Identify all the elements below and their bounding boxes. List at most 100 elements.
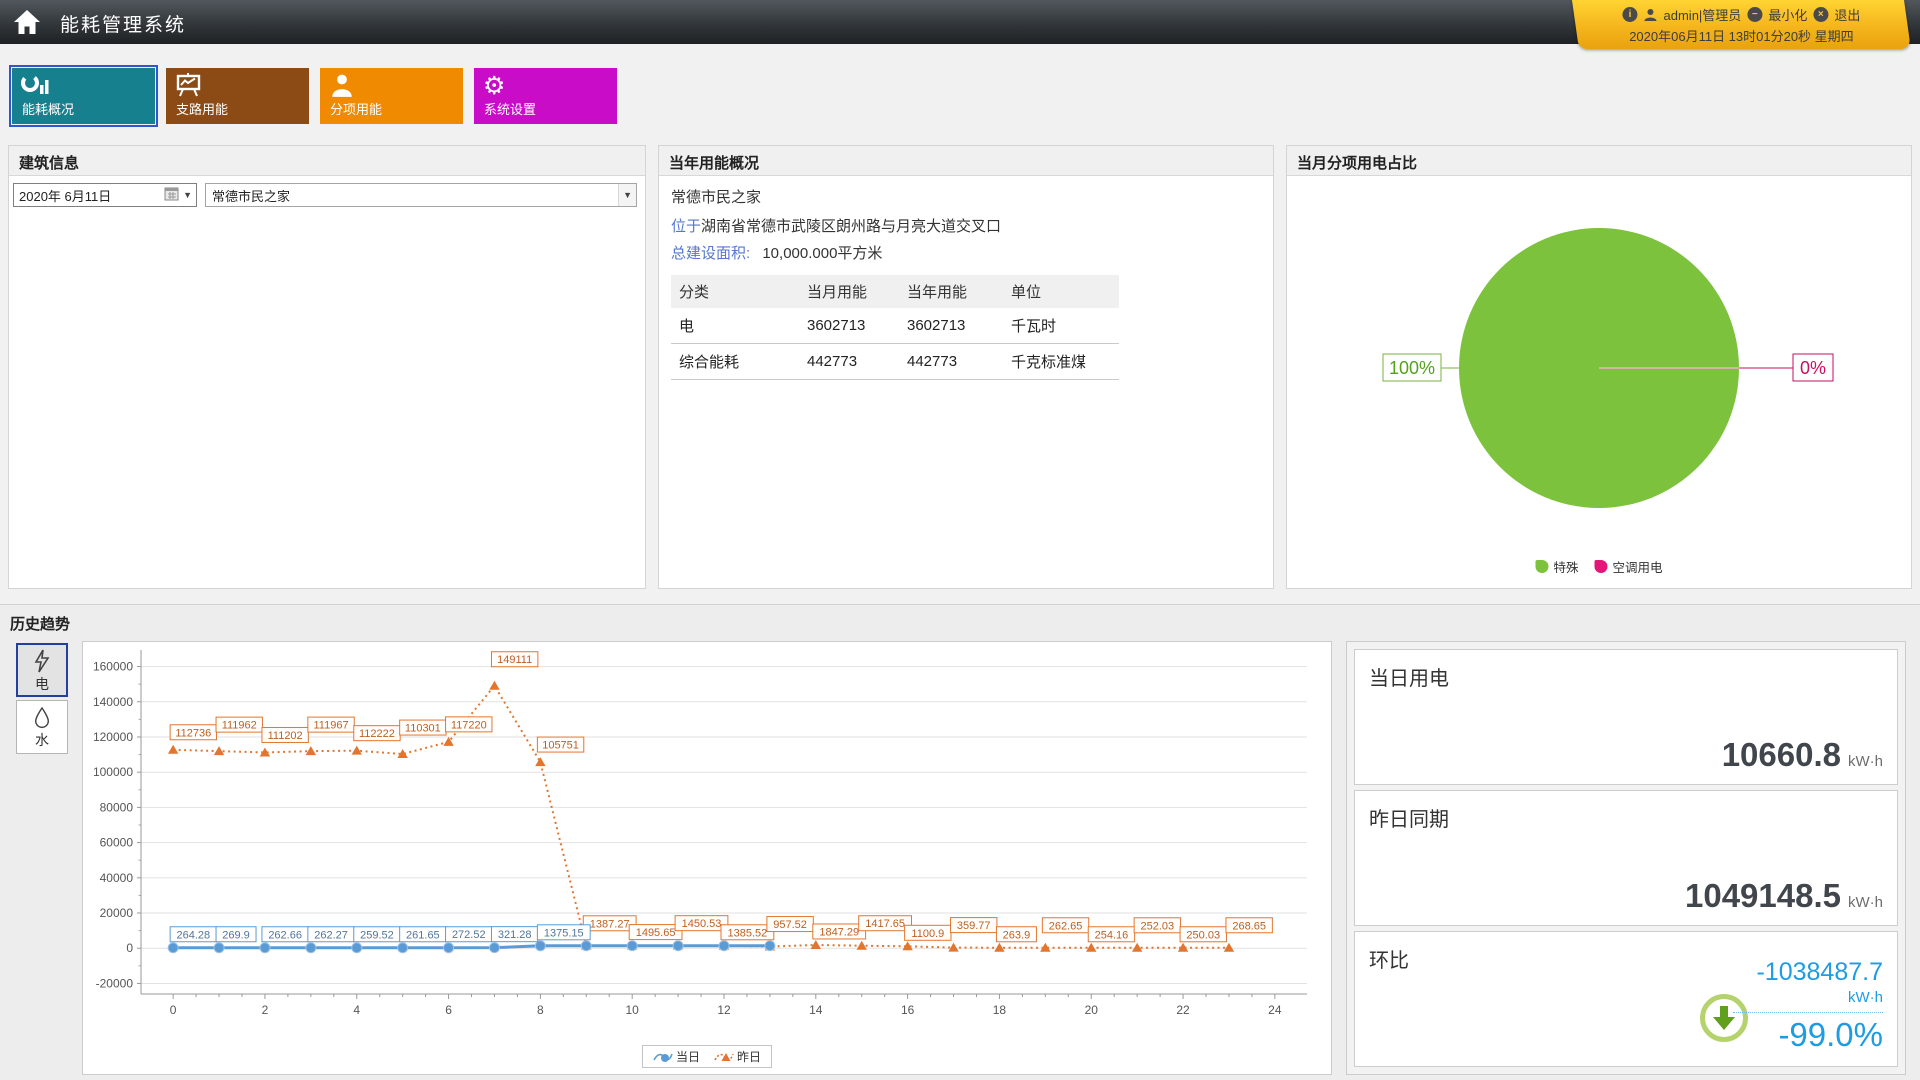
- table-cell: 3602713: [899, 308, 1003, 344]
- series-point: [398, 943, 408, 953]
- building-location: 位于湖南省常德市武陵区朗州路与月亮大道交叉口: [671, 215, 1261, 236]
- stat-title: 昨日同期: [1369, 803, 1449, 832]
- series-point: [1086, 943, 1096, 952]
- minimize-button[interactable]: 最小化: [1768, 5, 1807, 24]
- ratio-unit: kW·h: [1733, 989, 1883, 1006]
- history-section: 历史趋势 电 水 -200000200004000060000800001000…: [0, 604, 1920, 1080]
- series-point: [306, 943, 316, 953]
- svg-text:957.52: 957.52: [773, 919, 807, 931]
- minimize-icon[interactable]: −: [1747, 7, 1762, 22]
- legend-marker-icon: [714, 1050, 734, 1064]
- home-icon[interactable]: [12, 7, 42, 37]
- lightning-icon: [33, 649, 51, 673]
- tab-electricity[interactable]: 电: [16, 643, 68, 697]
- svg-text:0%: 0%: [1800, 358, 1826, 378]
- panel-heading: 当年用能概况: [659, 146, 1273, 176]
- series-point: [306, 746, 316, 755]
- series-point: [673, 941, 683, 951]
- svg-text:24: 24: [1268, 1003, 1282, 1017]
- nav-tile-system-settings[interactable]: ⚙ 系统设置: [474, 68, 617, 124]
- calendar-icon[interactable]: [164, 186, 179, 204]
- svg-text:264.28: 264.28: [177, 929, 211, 941]
- svg-text:4: 4: [353, 1003, 360, 1017]
- table-cell: 3602713: [799, 308, 899, 344]
- legend-item[interactable]: 当日: [653, 1048, 700, 1065]
- series-point: [214, 943, 224, 953]
- legend-label: 昨日: [737, 1048, 761, 1065]
- svg-text:2: 2: [262, 1003, 269, 1017]
- series-point: [857, 941, 867, 950]
- pie-panel: 当月分项用电占比 100% 0% 特殊空调用电: [1286, 145, 1912, 589]
- legend-item[interactable]: 特殊: [1535, 557, 1578, 576]
- stat-card-today: 当日用电 10660.8 kW·h: [1354, 649, 1898, 785]
- legend-swatch-icon: [1535, 560, 1548, 573]
- info-icon[interactable]: i: [1623, 7, 1638, 22]
- svg-text:20000: 20000: [100, 906, 134, 920]
- pie-chart[interactable]: 100% 0%: [1287, 176, 1911, 588]
- table-header-cell: 分类: [671, 275, 799, 308]
- legend-marker-icon: [653, 1050, 673, 1064]
- svg-text:250.03: 250.03: [1186, 929, 1220, 941]
- water-drop-icon: [33, 705, 51, 729]
- svg-text:1385.52: 1385.52: [728, 927, 768, 939]
- building-area: 总建设面积: 10,000.000平方米: [671, 242, 1261, 263]
- stat-value: 10660.8: [1722, 736, 1841, 774]
- stat-unit: kW·h: [1848, 894, 1883, 911]
- close-icon[interactable]: ×: [1813, 7, 1828, 22]
- table-cell: 电: [671, 308, 799, 344]
- svg-text:8: 8: [537, 1003, 544, 1017]
- select-arrow-icon[interactable]: ▼: [618, 184, 636, 206]
- date-dropdown-arrow-icon[interactable]: ▼: [179, 190, 196, 200]
- svg-text:269.9: 269.9: [222, 929, 250, 941]
- nav-tile-label: 系统设置: [484, 99, 536, 118]
- stat-title: 环比: [1369, 944, 1409, 973]
- nav-tile-itemized-energy[interactable]: 分项用能: [320, 68, 463, 124]
- series-point: [260, 943, 270, 953]
- svg-text:60000: 60000: [100, 836, 134, 850]
- svg-text:1450.53: 1450.53: [682, 918, 722, 930]
- app-title: 能耗管理系统: [60, 10, 186, 37]
- svg-text:262.65: 262.65: [1049, 920, 1083, 932]
- main-nav: 能耗概况 支路用能 分项用能 ⚙ 系统设置: [12, 68, 617, 124]
- series-point: [581, 941, 591, 951]
- stat-unit: kW·h: [1848, 753, 1883, 770]
- user-icon: [1644, 8, 1658, 22]
- tab-water[interactable]: 水: [16, 700, 68, 754]
- user-badge: i admin|管理员 − 最小化 × 退出 2020年06月11日 13时01…: [1572, 0, 1911, 49]
- svg-text:12: 12: [717, 1003, 731, 1017]
- pie-legend: 特殊空调用电: [1535, 557, 1662, 576]
- person-icon: [329, 73, 355, 99]
- stat-title: 当日用电: [1369, 662, 1449, 691]
- svg-text:100000: 100000: [93, 765, 133, 779]
- trend-line-chart[interactable]: -200000200004000060000800001000001200001…: [83, 642, 1331, 1046]
- building-select[interactable]: 常德市民之家 ▼: [205, 183, 637, 207]
- date-picker-input[interactable]: 2020年 6月11日 ▼: [13, 183, 197, 207]
- legend-item[interactable]: 昨日: [714, 1048, 761, 1065]
- svg-text:14: 14: [809, 1003, 823, 1017]
- exit-button[interactable]: 退出: [1834, 5, 1860, 24]
- svg-text:111962: 111962: [222, 720, 257, 732]
- nav-tile-energy-overview[interactable]: 能耗概况: [12, 68, 155, 124]
- svg-text:111967: 111967: [314, 720, 349, 732]
- nav-tile-label: 分项用能: [330, 99, 382, 118]
- table-cell: 千瓦时: [1003, 308, 1119, 344]
- svg-text:100%: 100%: [1389, 358, 1435, 378]
- legend-item[interactable]: 空调用电: [1595, 557, 1663, 576]
- svg-text:149111: 149111: [497, 654, 532, 666]
- svg-text:22: 22: [1176, 1003, 1190, 1017]
- nav-tile-branch-energy[interactable]: 支路用能: [166, 68, 309, 124]
- svg-text:40000: 40000: [100, 871, 134, 885]
- svg-text:1375.15: 1375.15: [544, 927, 584, 939]
- series-point: [489, 681, 499, 690]
- series-point: [489, 943, 499, 953]
- svg-text:252.03: 252.03: [1141, 920, 1175, 932]
- ratio-percent: -99.0%: [1733, 1016, 1883, 1054]
- svg-text:254.16: 254.16: [1095, 929, 1129, 941]
- user-name: admin|管理员: [1664, 5, 1742, 24]
- svg-text:18: 18: [993, 1003, 1007, 1017]
- svg-text:1847.29: 1847.29: [819, 926, 859, 938]
- svg-text:268.65: 268.65: [1232, 920, 1266, 932]
- svg-text:1495.65: 1495.65: [636, 927, 676, 939]
- pie-bars-icon: [21, 73, 51, 99]
- panel-heading: 当月分项用电占比: [1287, 146, 1911, 176]
